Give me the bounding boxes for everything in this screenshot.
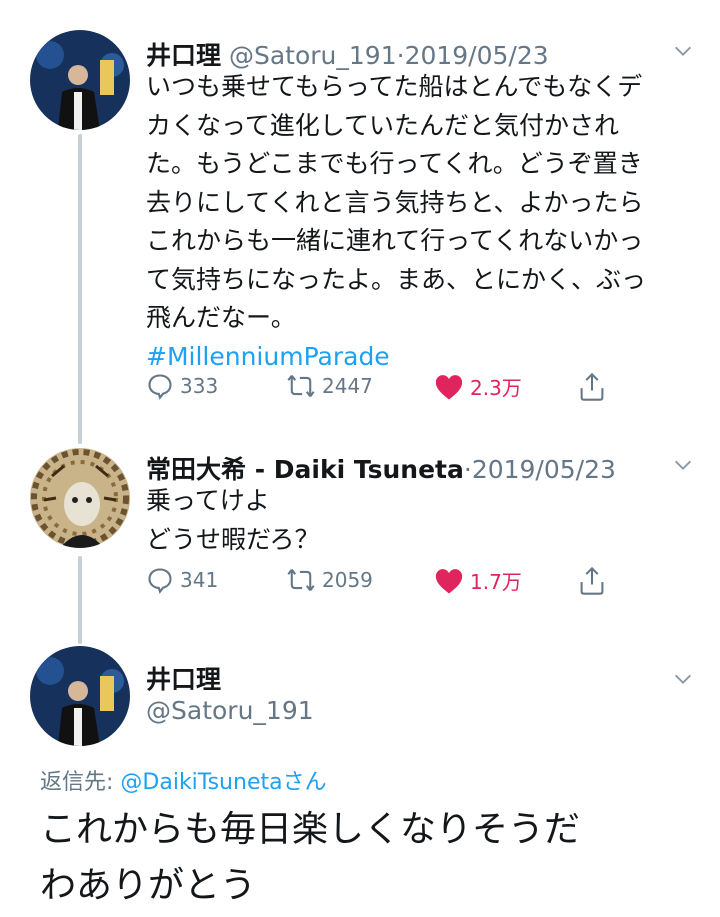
author-handle[interactable]: @Satoru_191: [229, 41, 397, 70]
tweet-header: 井口理 @Satoru_191·2019/05/23: [146, 41, 549, 70]
author-name[interactable]: 井口理: [146, 660, 221, 696]
retweet-icon: [287, 374, 315, 398]
reply-icon: [148, 374, 172, 400]
tweet-actions: 341 2059 1.7万: [146, 566, 626, 602]
avatar[interactable]: [30, 646, 130, 746]
like-button[interactable]: 1.7万: [434, 566, 522, 595]
tweet-header: 常田大希 - Daiki Tsuneta·2019/05/23: [146, 455, 616, 484]
thread-connector: [78, 556, 82, 644]
retweet-count: 2059: [322, 568, 373, 592]
chevron-down-icon[interactable]: [672, 668, 694, 690]
reply-to-label: 返信先:: [40, 770, 121, 795]
heart-icon: [435, 374, 463, 399]
reply-button[interactable]: 341: [146, 566, 218, 594]
mention-suffix: さん: [282, 770, 327, 795]
tweet-date[interactable]: 2019/05/23: [405, 41, 549, 70]
reply-count: 333: [180, 374, 219, 398]
retweet-icon: [287, 568, 315, 592]
reply-icon: [148, 568, 172, 594]
tweet-text: 乗ってけよ どうせ暇だろ？: [146, 486, 320, 554]
reply-to-line: 返信先: @DaikiTsunetaさん: [40, 764, 327, 796]
retweet-button[interactable]: 2059: [286, 566, 373, 594]
heart-icon: [435, 568, 463, 593]
tweet-date[interactable]: 2019/05/23: [472, 455, 616, 484]
reply-button[interactable]: 333: [146, 372, 218, 400]
chevron-down-icon[interactable]: [672, 40, 694, 62]
like-count: 1.7万: [470, 570, 522, 594]
share-icon: [580, 566, 604, 595]
retweet-count: 2447: [322, 374, 373, 398]
chevron-down-icon[interactable]: [672, 454, 694, 476]
like-button[interactable]: 2.3万: [434, 372, 522, 401]
thread-connector: [78, 134, 82, 444]
author-name[interactable]: 井口理: [146, 41, 221, 70]
author-handle[interactable]: @Satoru_191: [146, 696, 314, 725]
avatar[interactable]: [30, 30, 130, 130]
share-button[interactable]: [578, 566, 612, 596]
mention-link[interactable]: @DaikiTsuneta: [120, 770, 282, 795]
tweet-text: これからも毎日楽しくなりそうだ わありがとう: [40, 809, 581, 906]
share-icon: [580, 372, 604, 401]
share-button[interactable]: [578, 372, 612, 402]
author-name[interactable]: 常田大希 - Daiki Tsuneta: [146, 455, 464, 484]
retweet-button[interactable]: 2447: [286, 372, 373, 400]
avatar[interactable]: [30, 448, 130, 548]
tweet-actions: 333 2447 2.3万: [146, 372, 626, 408]
hashtag-link[interactable]: #MillenniumParade: [146, 338, 696, 377]
reply-count: 341: [180, 568, 219, 592]
like-count: 2.3万: [470, 376, 522, 400]
tweet-text: いつも乗せてもらってた船はとんでもなくデ カくなって進化していたんだと気付かされ…: [146, 68, 696, 376]
